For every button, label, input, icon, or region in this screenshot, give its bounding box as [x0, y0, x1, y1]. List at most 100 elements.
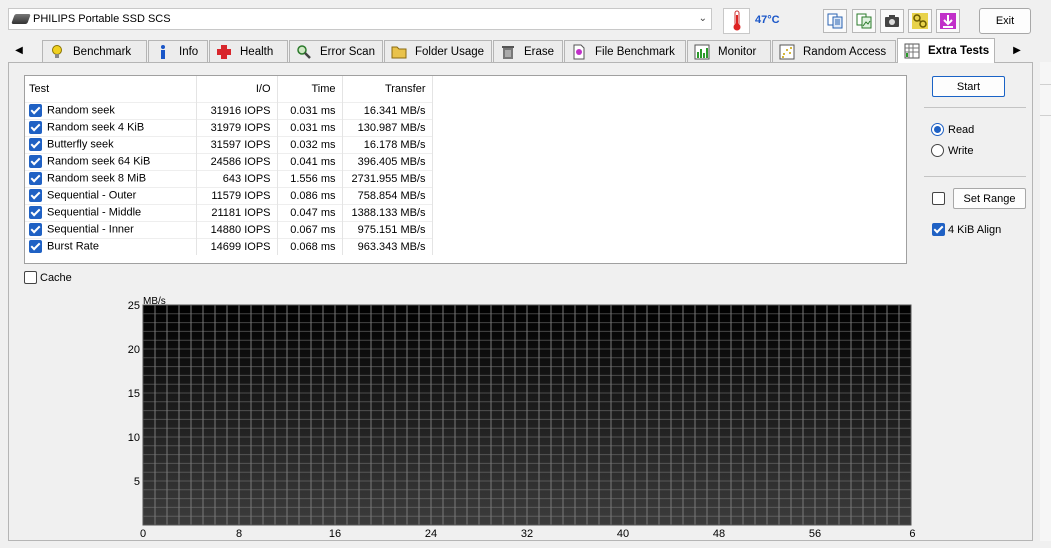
tab-label: File Benchmark [595, 45, 675, 58]
tab-label: Extra Tests [928, 45, 990, 57]
time-cell: 0.041 ms [277, 152, 343, 170]
tab-error-scan[interactable]: Error Scan [289, 40, 383, 62]
tab-extra-tests[interactable]: Extra Tests [897, 38, 995, 63]
tab-monitor[interactable]: Monitor [687, 40, 771, 62]
write-radio[interactable]: Write [931, 144, 973, 157]
read-label: Read [948, 123, 975, 136]
column-header-test[interactable]: Test [25, 76, 197, 102]
y-axis-label: MB/s [143, 296, 166, 307]
tab-scroll-right-icon[interactable]: ▶ [1010, 42, 1024, 58]
io-cell: 31916 IOPS [196, 101, 278, 119]
tab-benchmark[interactable]: Benchmark [42, 40, 147, 62]
column-header-transfer[interactable]: Transfer [342, 76, 433, 102]
test-name: Sequential - Middle [47, 206, 142, 219]
io-cell: 14880 IOPS [196, 220, 278, 238]
test-name: Random seek 4 KiB [47, 121, 145, 134]
test-checkbox[interactable] [29, 121, 42, 134]
options-button[interactable] [908, 9, 932, 33]
transfer-cell: 963.343 MB/s [342, 237, 433, 255]
test-cell: Sequential - Outer [25, 186, 197, 204]
transfer-cell: 1388.133 MB/s [342, 203, 433, 221]
save-button[interactable] [936, 9, 960, 33]
drive-name: PHILIPS Portable SSD SCS [33, 13, 171, 25]
write-radio-button[interactable] [931, 144, 944, 157]
test-checkbox[interactable] [29, 223, 42, 236]
table-row[interactable]: Random seek 64 KiB 24586 IOPS 0.041 ms 396.… [25, 152, 433, 170]
tab-label: Benchmark [73, 45, 132, 58]
time-cell: 0.067 ms [277, 220, 343, 238]
start-button[interactable]: Start [932, 76, 1005, 97]
align-option[interactable]: 4 KiB Align [932, 223, 1001, 236]
test-cell: Random seek 8 MiB [25, 169, 197, 187]
trash-icon [502, 45, 514, 59]
test-checkbox[interactable] [29, 138, 42, 151]
exit-button[interactable]: Exit [979, 8, 1031, 34]
table-row[interactable]: Butterfly seek 31597 IOPS 0.032 ms 16.178 M… [25, 135, 433, 153]
tab-label: Monitor [718, 45, 757, 58]
set-range-button[interactable]: Set Range [953, 188, 1026, 209]
cache-checkbox[interactable] [24, 271, 37, 284]
results-table: Test I/O Time Transfer Random seek 31916 … [24, 75, 907, 264]
x-tick-label: 24 [425, 528, 437, 540]
column-header-io[interactable]: I/O [196, 76, 278, 102]
time-cell: 0.047 ms [277, 203, 343, 221]
table-row[interactable]: Random seek 4 KiB 31979 IOPS 0.031 ms 130.9… [25, 118, 433, 136]
transfer-cell: 16.178 MB/s [342, 135, 433, 153]
test-cell: Butterfly seek [25, 135, 197, 153]
tab-file-benchmark[interactable]: File Benchmark [564, 40, 686, 62]
test-checkbox[interactable] [29, 104, 42, 117]
folder-icon [391, 46, 407, 58]
lightbulb-icon [52, 44, 62, 58]
y-tick-label: 20 [128, 344, 140, 356]
tab-info[interactable]: Info [148, 40, 208, 62]
download-arrow-icon [940, 13, 956, 29]
table-row[interactable]: Sequential - Outer 11579 IOPS 0.086 ms 758.… [25, 186, 433, 204]
test-checkbox[interactable] [29, 155, 42, 168]
test-checkbox[interactable] [29, 240, 42, 254]
io-cell: 24586 IOPS [196, 152, 278, 170]
screenshot-button[interactable] [880, 9, 904, 33]
read-radio-button[interactable] [931, 123, 944, 136]
tab-label: Info [179, 45, 199, 58]
random-access-icon [779, 44, 795, 59]
test-cell: Random seek [25, 101, 197, 119]
magnifier-icon [297, 44, 311, 59]
cache-option[interactable]: Cache [24, 271, 72, 284]
tab-scroll-left-icon[interactable]: ◀ [12, 42, 26, 58]
test-checkbox[interactable] [29, 189, 42, 202]
thermometer-icon [723, 8, 750, 34]
table-row[interactable]: Burst Rate 14699 IOPS 0.068 ms 963.343 MB/s [25, 237, 433, 255]
io-cell: 11579 IOPS [196, 186, 278, 204]
file-benchmark-icon [573, 44, 585, 59]
tab-erase[interactable]: Erase [493, 40, 563, 62]
table-row[interactable]: Random seek 8 MiB 643 IOPS 1.556 ms 2731.95… [25, 169, 433, 187]
copy-image-button[interactable] [852, 9, 876, 33]
x-tick-label: 8 [236, 528, 242, 540]
read-radio[interactable]: Read [931, 123, 974, 136]
tab-label: Error Scan [320, 45, 375, 58]
copy-text-button[interactable] [823, 9, 847, 33]
table-row[interactable]: Sequential - Inner 14880 IOPS 0.067 ms 975.… [25, 220, 433, 238]
test-checkbox[interactable] [29, 172, 42, 185]
time-cell: 1.556 ms [277, 169, 343, 187]
tab-random-access[interactable]: Random Access [772, 40, 896, 62]
io-cell: 21181 IOPS [196, 203, 278, 221]
test-name: Random seek 64 KiB [47, 155, 151, 168]
extra-tests-icon [904, 43, 920, 59]
x-tick-label: 16 [329, 528, 341, 540]
set-range-checkbox[interactable] [932, 192, 945, 205]
test-name: Random seek 8 MiB [47, 172, 147, 185]
x-tick-label: 48 [713, 528, 725, 540]
test-name: Sequential - Outer [47, 189, 137, 202]
tab-bar: ◀ Benchmark Info Health Error Scan Folde… [0, 38, 1051, 63]
transfer-chart: 5 10 15 20 25MB/s 0 8 16 24 32 40 48 56 64MiB [105, 295, 915, 541]
tab-health[interactable]: Health [209, 40, 288, 62]
monitor-chart-icon [694, 44, 710, 59]
column-header-time[interactable]: Time [277, 76, 343, 102]
tab-folder-usage[interactable]: Folder Usage [384, 40, 492, 62]
table-row[interactable]: Random seek 31916 IOPS 0.031 ms 16.341 MB/s [25, 101, 433, 119]
test-checkbox[interactable] [29, 206, 42, 219]
align-checkbox[interactable] [932, 223, 945, 236]
table-row[interactable]: Sequential - Middle 21181 IOPS 0.047 ms 138… [25, 203, 433, 221]
drive-selector[interactable]: PHILIPS Portable SSD SCS ⌄ [8, 8, 712, 30]
